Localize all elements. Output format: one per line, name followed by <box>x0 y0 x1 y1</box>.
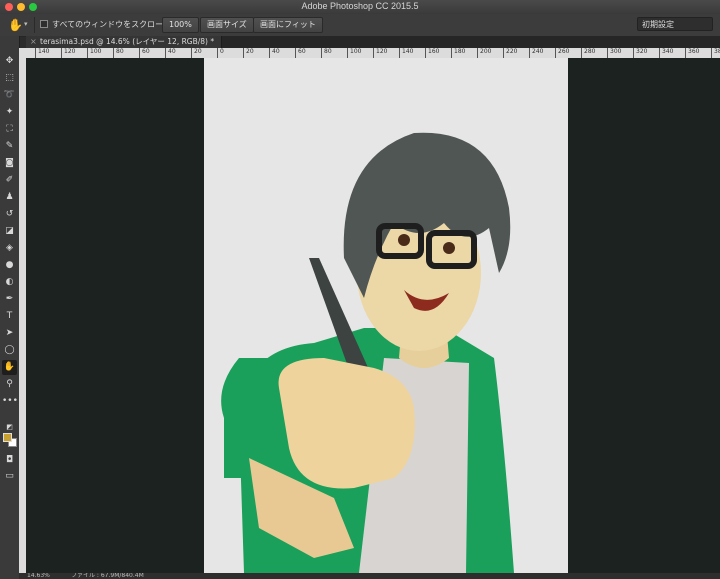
zoom-level-readout[interactable]: 14.63% <box>27 573 50 579</box>
path-selection-tool-icon[interactable]: ➤ <box>2 326 17 341</box>
crop-tool-icon[interactable]: ⛶ <box>2 122 17 137</box>
fill-screen-button[interactable]: 画面にフィット <box>253 17 323 33</box>
eraser-tool-icon[interactable]: ◪ <box>2 224 17 239</box>
blur-tool-icon[interactable]: ● <box>2 258 17 273</box>
document-canvas[interactable] <box>204 58 568 573</box>
scroll-all-windows-checkbox[interactable] <box>40 20 48 28</box>
pen-tool-icon[interactable]: ✒ <box>2 292 17 307</box>
type-tool-icon[interactable]: T <box>2 309 17 324</box>
ruler-tick-label: 340 <box>658 48 674 58</box>
ruler-tick-label: 280 <box>580 48 596 58</box>
ruler-tick-label: 360 <box>684 48 700 58</box>
ruler-tick-label: 140 <box>34 48 50 58</box>
ruler-tick-label: 260 <box>554 48 570 58</box>
ruler-tick-label: 20 <box>191 48 202 58</box>
document-tab-bar: × terasima3.psd @ 14.6% (レイヤー 12, RGB/8)… <box>26 36 720 48</box>
stamp-tool-icon[interactable]: ♟ <box>2 190 17 205</box>
quick-mask-icon[interactable]: ◘ <box>2 453 17 468</box>
healing-brush-tool-icon[interactable]: ◙ <box>2 156 17 171</box>
ruler-tick-label: 80 <box>113 48 124 58</box>
ruler-tick-label: 20 <box>243 48 254 58</box>
ruler-tick-label: 200 <box>476 48 492 58</box>
ruler-tick-label: 40 <box>269 48 280 58</box>
ruler-tick-label: 220 <box>502 48 518 58</box>
dodge-tool-icon[interactable]: ◐ <box>2 275 17 290</box>
ruler-tick-label: 380 <box>710 48 720 58</box>
status-bar: 14.63% ファイル : 67.9M/840.4M <box>19 573 720 579</box>
ruler-tick-label: 120 <box>60 48 76 58</box>
options-bar: ✋ ▾ すべてのウィンドウをスクロール 100% 画面サイズ 画面にフィット 初… <box>0 14 720 37</box>
ruler-tick-label: 160 <box>424 48 440 58</box>
illustration-artwork <box>221 132 514 573</box>
options-divider <box>34 17 35 33</box>
document-tab-title: terasima3.psd @ 14.6% (レイヤー 12, RGB/8) * <box>40 37 215 46</box>
zoom-tool-icon[interactable]: ⚲ <box>2 377 17 392</box>
history-brush-tool-icon[interactable]: ↺ <box>2 207 17 222</box>
hand-tool-icon[interactable]: ✋ <box>8 18 23 32</box>
fit-screen-button[interactable]: 画面サイズ <box>200 17 254 33</box>
more-tools-icon[interactable]: ••• <box>2 394 18 409</box>
ruler-tick-label: 180 <box>450 48 466 58</box>
ruler-tick-label: 0 <box>217 48 224 58</box>
screen-mode-icon[interactable]: ▭ <box>2 469 17 484</box>
scroll-all-windows-label: すべてのウィンドウをスクロール <box>52 20 172 29</box>
foreground-color-swatch[interactable] <box>3 433 12 442</box>
document-info[interactable]: ファイル : 67.9M/840.4M <box>71 573 144 579</box>
ruler-tick-label: 100 <box>346 48 362 58</box>
ruler-tick-label: 60 <box>139 48 150 58</box>
ruler-tick-label: 120 <box>372 48 388 58</box>
magic-wand-tool-icon[interactable]: ✦ <box>2 105 17 120</box>
eyedropper-tool-icon[interactable]: ✎ <box>2 139 17 154</box>
app-title: Adobe Photoshop CC 2015.5 <box>301 1 419 11</box>
ruler-tick-label: 300 <box>606 48 622 58</box>
ruler-tick-label: 80 <box>321 48 332 58</box>
document-tab[interactable]: × terasima3.psd @ 14.6% (レイヤー 12, RGB/8)… <box>26 36 222 48</box>
tool-preset-chevron-icon[interactable]: ▾ <box>24 20 28 28</box>
pasteboard[interactable] <box>26 58 720 573</box>
brush-tool-icon[interactable]: ✐ <box>2 173 17 188</box>
ellipse-tool-icon[interactable]: ◯ <box>2 343 17 358</box>
ruler-tick-label: 60 <box>295 48 306 58</box>
workspace-select[interactable]: 初期設定 <box>637 17 713 31</box>
ruler-tick-label: 140 <box>398 48 414 58</box>
tools-panel: ✥ ⬚ ➰ ✦ ⛶ ✎ ◙ ✐ ♟ ↺ ◪ ◈ ● ◐ ✒ T ➤ ◯ ✋ ⚲ ••• ◩ ◘ ▭ <box>0 36 20 579</box>
move-tool-icon[interactable]: ✥ <box>2 54 17 69</box>
ruler-tick-label: 240 <box>528 48 544 58</box>
title-bar: Adobe Photoshop CC 2015.5 <box>0 0 720 15</box>
zoom-100-button[interactable]: 100% <box>162 17 199 33</box>
close-tab-icon[interactable]: × <box>30 36 37 48</box>
paint-bucket-tool-icon[interactable]: ◈ <box>2 241 17 256</box>
ruler-tick-label: 320 <box>632 48 648 58</box>
marquee-tool-icon[interactable]: ⬚ <box>2 71 17 86</box>
ruler-tick-label: 40 <box>165 48 176 58</box>
lasso-tool-icon[interactable]: ➰ <box>2 88 17 103</box>
hand-tool-icon[interactable]: ✋ <box>2 360 17 375</box>
ruler-tick-label: 100 <box>86 48 102 58</box>
